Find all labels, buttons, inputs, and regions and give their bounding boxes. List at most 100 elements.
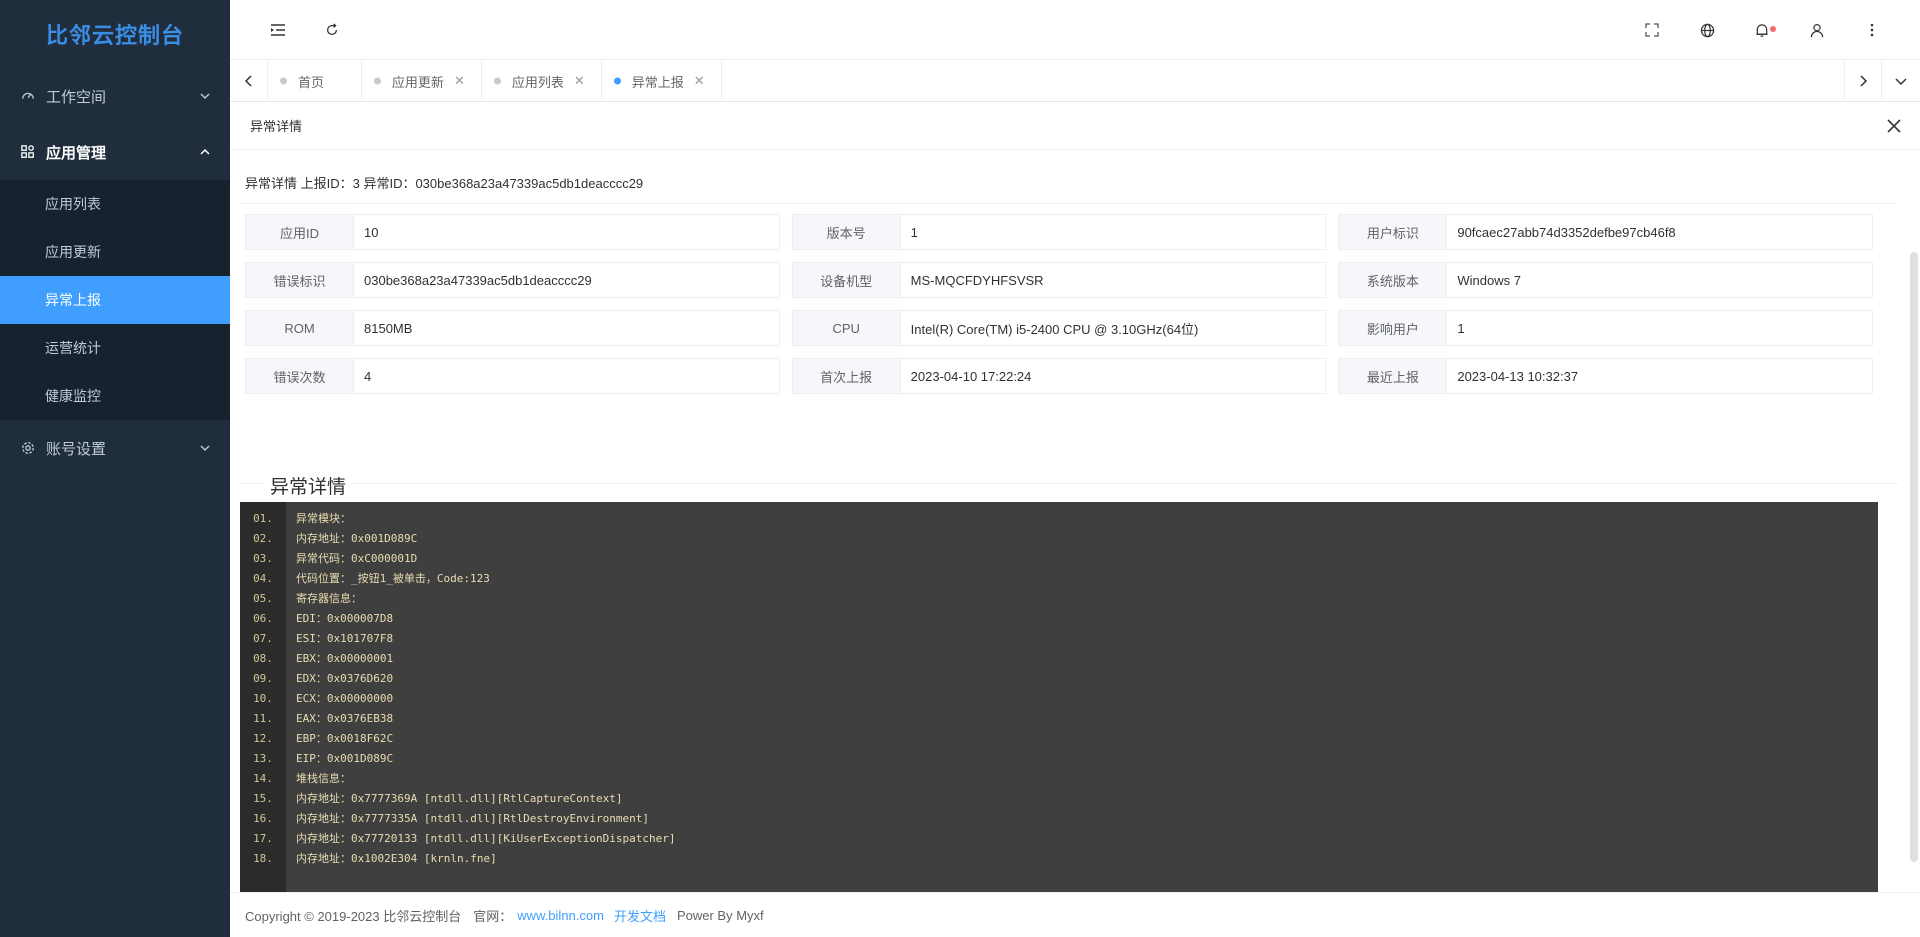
- line-number: 04.: [253, 571, 273, 585]
- refresh-icon[interactable]: [322, 20, 342, 40]
- info-cell-first-report: 首次上报 2023-04-10 17:22:24: [791, 358, 1327, 394]
- info-value: 2023-04-13 10:32:37: [1457, 368, 1579, 384]
- exception-code-block[interactable]: 01. 异常模块： 02. 内存地址：0x001D089C 03. 异常代码：0xC0…: [240, 502, 1878, 892]
- detail-panel: 异常详情 上报ID：3 异常ID：030be368a23a47339ac5db1…: [240, 162, 1898, 892]
- line-text: 异常代码：0xC000001D: [296, 552, 418, 565]
- info-row: 应用ID 10 版本号 1 用户标识 90fcaec27abb74d3352defbe…: [245, 214, 1874, 250]
- sidebar-item-exception-report[interactable]: 异常上报: [0, 276, 230, 324]
- tab-home[interactable]: 首页 ✕: [268, 60, 362, 102]
- info-value: 10: [364, 224, 379, 240]
- exception-detail-dialog: 异常详情 异常详情 上报ID：3 异常ID：030be368a23a47339a…: [230, 102, 1920, 892]
- info-row: 错误标识 030be368a23a47339ac5db1deacccc29 设备机…: [245, 262, 1874, 298]
- close-icon[interactable]: ✕: [694, 73, 705, 89]
- code-line: 11. EAX：0x0376EB38: [240, 708, 1878, 728]
- bell-icon[interactable]: [1752, 20, 1776, 40]
- tab-app-list[interactable]: 应用列表 ✕: [482, 60, 602, 102]
- vertical-scrollbar[interactable]: [1910, 252, 1918, 862]
- line-number: 06.: [253, 611, 273, 625]
- detail-header: 异常详情 上报ID：3 异常ID：030be368a23a47339ac5db1…: [240, 162, 1898, 204]
- tab-status-dot: [493, 77, 501, 85]
- line-text: 内存地址：0x001D089C: [296, 532, 418, 545]
- info-value: Windows 7: [1457, 272, 1521, 288]
- code-line: 12. EBP：0x0018F62C: [240, 728, 1878, 748]
- info-value: 2023-04-10 17:22:24: [910, 368, 1032, 384]
- sidebar-item-app-list[interactable]: 应用列表: [0, 180, 230, 228]
- line-number: 01.: [253, 511, 273, 525]
- close-icon[interactable]: ✕: [574, 73, 585, 89]
- docs-link[interactable]: 开发文档: [614, 906, 666, 925]
- info-value: 1: [910, 224, 918, 240]
- tabs-bar: 首页 ✕ 应用更新 ✕ 应用列表 ✕ 异常上报 ✕: [230, 60, 1920, 102]
- line-text: EAX：0x0376EB38: [296, 712, 394, 725]
- user-icon[interactable]: [1807, 20, 1827, 40]
- menu-fold-icon[interactable]: [268, 20, 288, 40]
- line-text: 寄存器信息：: [296, 592, 362, 605]
- info-key: 用户标识: [1339, 215, 1448, 249]
- chevron-down-icon: [198, 89, 212, 103]
- info-grid: 应用ID 10 版本号 1 用户标识 90fcaec27abb74d3352defbe…: [245, 214, 1874, 406]
- info-key: 应用ID: [246, 215, 354, 249]
- tabs-scroll-right-icon[interactable]: [1844, 60, 1882, 102]
- sidebar-item-app-update[interactable]: 应用更新: [0, 228, 230, 276]
- dialog-title-text: 异常详情: [250, 119, 303, 134]
- code-line: 10. ECX：0x00000000: [240, 688, 1878, 708]
- code-line: 02. 内存地址：0x001D089C: [240, 528, 1878, 548]
- info-cell-affected-users: 影响用户 1: [1338, 310, 1874, 346]
- info-key: ROM: [246, 311, 354, 345]
- close-icon[interactable]: ✕: [454, 73, 465, 89]
- info-value: 030be368a23a47339ac5db1deacccc29: [364, 272, 592, 288]
- line-number: 03.: [253, 551, 273, 565]
- info-cell-device-model: 设备机型 MS-MQCFDYHFSVSR: [791, 262, 1327, 298]
- code-line: 17. 内存地址：0x77720133 [ntdll.dll][KiUserExc…: [240, 828, 1878, 848]
- chevron-down-icon: [198, 441, 212, 455]
- line-text: 异常模块：: [296, 512, 351, 525]
- close-icon[interactable]: [1884, 116, 1904, 136]
- menu-group-workspace[interactable]: 工作空间: [0, 68, 230, 124]
- info-cell-app-id: 应用ID 10: [245, 214, 780, 250]
- line-text: 内存地址：0x1002E304 [krnln.fne]: [296, 852, 497, 865]
- sidebar-item-health-monitor[interactable]: 健康监控: [0, 372, 230, 420]
- code-line: 03. 异常代码：0xC000001D: [240, 548, 1878, 568]
- info-row: ROM 8150MB CPU Intel(R) Core(TM) i5-2400 C…: [245, 310, 1874, 346]
- info-cell-user-id: 用户标识 90fcaec27abb74d3352defbe97cb46f8: [1338, 214, 1874, 250]
- info-cell-last-report: 最近上报 2023-04-13 10:32:37: [1338, 358, 1874, 394]
- tab-app-update[interactable]: 应用更新 ✕: [362, 60, 482, 102]
- tabs-menu-chevron-down-icon[interactable]: [1882, 60, 1920, 102]
- info-value: 1: [1457, 320, 1465, 336]
- info-cell-rom: ROM 8150MB: [245, 310, 780, 346]
- line-text: EIP：0x001D089C: [296, 752, 394, 765]
- site-link[interactable]: www.bilnn.com: [517, 908, 604, 923]
- brand-logo-text[interactable]: 比邻云控制台: [0, 0, 230, 68]
- line-number: 07.: [253, 631, 273, 645]
- line-number: 10.: [253, 691, 273, 705]
- line-number: 05.: [253, 591, 273, 605]
- sidebar-item-operation-stats[interactable]: 运营统计: [0, 324, 230, 372]
- line-number: 18.: [253, 851, 273, 865]
- code-line: 04. 代码位置：_按钮1_被单击，Code:123: [240, 568, 1878, 588]
- section-divider: 异常详情: [240, 472, 1898, 499]
- info-row: 错误次数 4 首次上报 2023-04-10 17:22:24 最近上报 2023-0…: [245, 358, 1874, 394]
- notification-badge: [1770, 26, 1776, 32]
- power-by-text: Power By Myxf: [676, 907, 764, 923]
- language-icon[interactable]: [1697, 20, 1717, 40]
- info-key: 系统版本: [1339, 263, 1448, 297]
- info-key: 错误标识: [246, 263, 354, 297]
- sidebar: 比邻云控制台 工作空间 应用管理 应用列表 应用更新 异常上报 运营统计 健康监…: [0, 0, 230, 937]
- line-text: 代码位置：_按钮1_被单击，Code:123: [296, 572, 490, 585]
- tab-status-dot: [280, 77, 287, 85]
- line-text: EBX：0x00000001: [296, 652, 394, 665]
- tabs-scroll-left-icon[interactable]: [230, 60, 268, 102]
- submenu-app-management: 应用列表 应用更新 异常上报 运营统计 健康监控: [0, 180, 230, 420]
- info-cell-error-id: 错误标识 030be368a23a47339ac5db1deacccc29: [245, 262, 780, 298]
- menu-group-app-management[interactable]: 应用管理: [0, 124, 230, 180]
- info-value: MS-MQCFDYHFSVSR: [910, 272, 1044, 288]
- fullscreen-icon[interactable]: [1642, 20, 1662, 40]
- info-cell-cpu: CPU Intel(R) Core(TM) i5-2400 CPU @ 3.10G…: [791, 310, 1327, 346]
- menu-group-account-settings[interactable]: 账号设置: [0, 420, 230, 476]
- tab-exception-report[interactable]: 异常上报 ✕: [602, 60, 722, 102]
- code-line: 06. EDI：0x000007D8: [240, 608, 1878, 628]
- tab-label: 应用更新: [391, 74, 444, 90]
- more-icon[interactable]: [1862, 20, 1882, 40]
- tab-status-dot: [373, 77, 381, 85]
- code-line: 05. 寄存器信息：: [240, 588, 1878, 608]
